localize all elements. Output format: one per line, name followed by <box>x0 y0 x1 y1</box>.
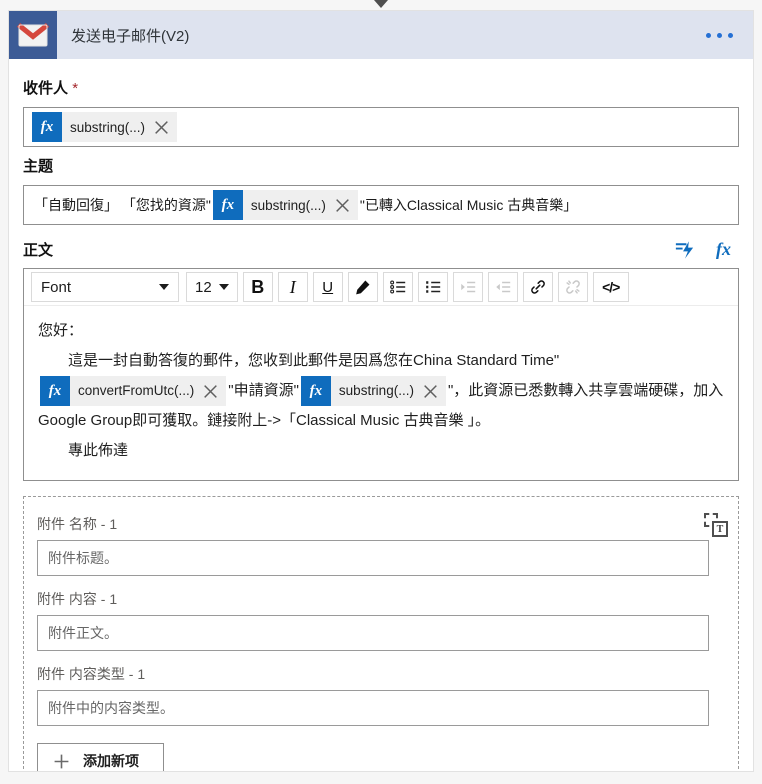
link-icon[interactable] <box>522 272 553 302</box>
fx-icon: fx <box>40 376 70 407</box>
font-family-dropdown[interactable]: Font <box>31 272 179 302</box>
subject-text-after: "已轉入Classical Music 古典音樂」 <box>359 197 578 213</box>
dynamic-content-icon[interactable] <box>673 238 696 261</box>
required-asterisk: * <box>72 80 79 97</box>
flow-connector-arrow <box>374 0 388 8</box>
attachment-content-type-input[interactable] <box>37 690 709 727</box>
expression-token-label: substring(...) <box>250 197 326 213</box>
fx-icon: fx <box>300 376 331 407</box>
card-title: 发送电子邮件(V2) <box>71 27 190 45</box>
recipient-input[interactable]: fx substring(...) <box>23 107 739 147</box>
attachment-content-input[interactable] <box>37 615 709 652</box>
body-text: 這是一封自動答復的郵件，您收到此郵件是因爲您在China Standard Ti… <box>68 352 560 369</box>
subject-text-before: 「自動回復」 「您找的資源" <box>34 197 211 213</box>
text-color-pen-icon[interactable] <box>347 272 378 302</box>
body-greeting: 您好： <box>38 322 84 339</box>
switch-to-array-icon[interactable]: T <box>704 513 728 538</box>
body-closing: 專此佈達 <box>68 442 129 460</box>
italic-button[interactable]: I <box>277 272 308 302</box>
body-label-row: 正文 fx <box>23 238 739 261</box>
card-header[interactable]: 发送电子邮件(V2) <box>9 11 753 59</box>
body-text: "申請資源" <box>228 382 299 399</box>
plus-icon <box>54 754 69 768</box>
code-view-icon[interactable]: </> <box>592 272 629 302</box>
attachment-name-label: 附件 名称 - 1 <box>37 516 118 533</box>
chevron-down-icon <box>218 284 229 290</box>
unlink-icon[interactable] <box>557 272 588 302</box>
subject-label: 主题 <box>23 158 54 175</box>
fx-icon: fx <box>32 112 62 142</box>
remove-token-icon[interactable] <box>199 383 226 400</box>
expression-token-subject[interactable]: fx substring(...) <box>212 190 358 220</box>
expression-token-label: substring(...) <box>338 383 414 399</box>
expression-token-label: substring(...) <box>70 119 146 135</box>
font-size-dropdown[interactable]: 12 <box>186 272 238 302</box>
expression-token-body-2[interactable]: fx substring(...) <box>300 376 446 407</box>
outdent-icon[interactable] <box>487 272 518 302</box>
expression-fx-icon[interactable]: fx <box>716 239 731 260</box>
body-editor: Font 12 B I U </> 您好： 這是一封自動答復的郵件，您收到此郵件… <box>23 268 739 482</box>
gmail-icon <box>9 11 57 59</box>
underline-button[interactable]: U <box>312 272 343 302</box>
recipient-label: 收件人 * <box>23 80 79 97</box>
subject-input[interactable]: 「自動回復」 「您找的資源" fx substring(...) "已轉入Cla… <box>23 185 739 225</box>
chevron-down-icon <box>159 284 169 290</box>
attachment-name-input[interactable] <box>37 540 709 577</box>
remove-token-icon[interactable] <box>150 119 177 136</box>
fx-icon: fx <box>212 190 243 220</box>
more-menu-button[interactable] <box>704 27 735 44</box>
attachment-content-label: 附件 内容 - 1 <box>37 591 118 608</box>
attachments-group: T 附件 名称 - 1 附件 内容 - 1 附件 内容类型 - 1 添加新项 <box>23 496 739 771</box>
indent-icon[interactable] <box>452 272 483 302</box>
bullet-list-icon[interactable] <box>382 272 413 302</box>
body-editor-content[interactable]: 您好： 這是一封自動答復的郵件，您收到此郵件是因爲您在China Standar… <box>24 306 738 480</box>
remove-token-icon[interactable] <box>331 197 358 214</box>
expression-token-label: convertFromUtc(...) <box>78 383 195 399</box>
expression-token-recipient[interactable]: fx substring(...) <box>32 112 178 142</box>
card-body: 收件人 * fx substring(...) 主题 「自動回復」 「您找的資源… <box>9 59 753 771</box>
send-email-action-card: 发送电子邮件(V2) 收件人 * fx substring(...) 主题 「自… <box>8 10 754 772</box>
numbered-list-icon[interactable] <box>417 272 448 302</box>
attachment-content-type-label: 附件 内容类型 - 1 <box>37 666 146 683</box>
editor-toolbar: Font 12 B I U </> <box>24 269 738 306</box>
bold-button[interactable]: B <box>242 272 273 302</box>
add-new-item-button[interactable]: 添加新项 <box>37 743 164 771</box>
body-paragraph: 這是一封自動答復的郵件，您收到此郵件是因爲您在China Standard Ti… <box>38 346 724 436</box>
expression-token-body-1[interactable]: fx convertFromUtc(...) <box>40 376 227 407</box>
body-label: 正文 <box>23 242 54 259</box>
remove-token-icon[interactable] <box>419 383 446 400</box>
